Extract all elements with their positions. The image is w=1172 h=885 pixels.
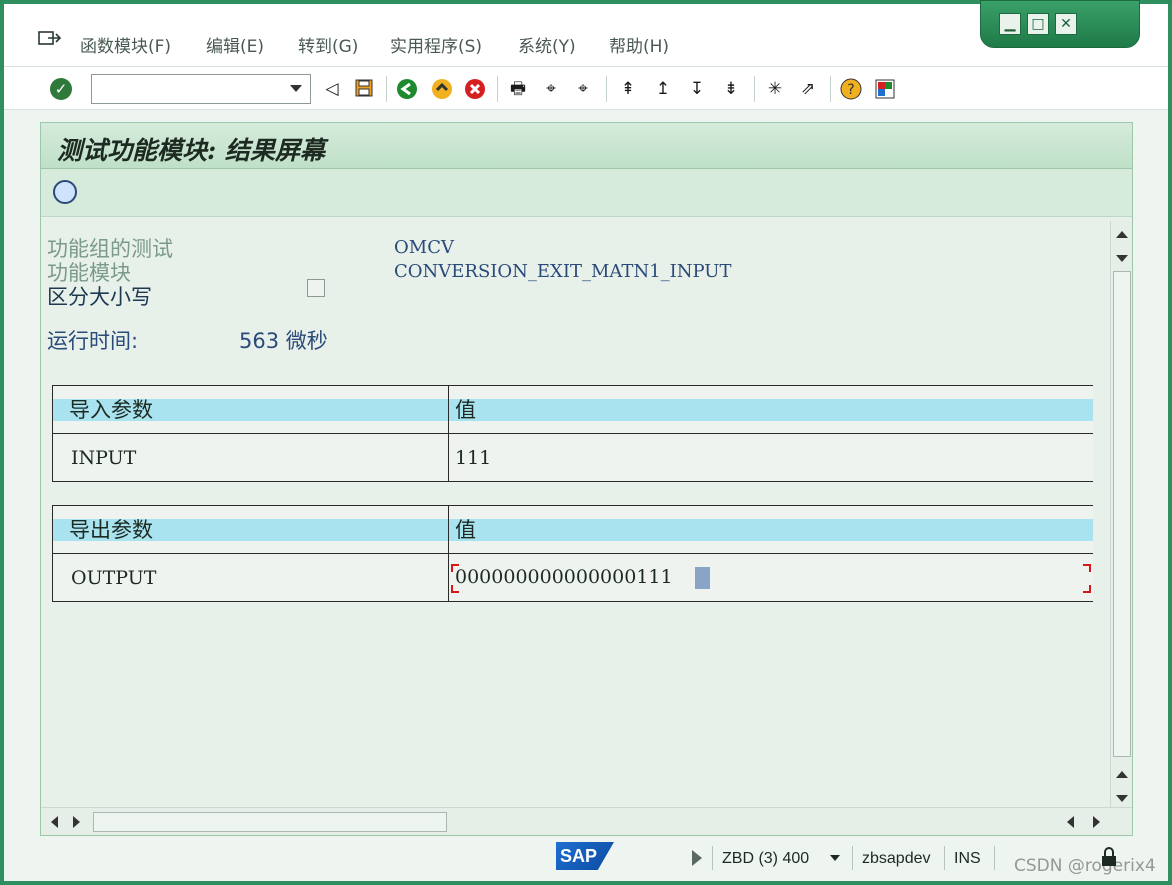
previous-page-icon[interactable]: ↥ <box>652 78 674 100</box>
table-header-row: 导出参数 值 <box>52 505 1093 554</box>
table-row: INPUT 111 <box>52 433 1093 482</box>
window-controls: ▁ □ ✕ <box>980 0 1140 48</box>
import-param-name: INPUT <box>52 433 449 482</box>
menu-edit[interactable]: 编辑(E) <box>206 32 264 57</box>
find-next-icon[interactable]: ⌖ <box>572 78 594 100</box>
export-parameters-table: 导出参数 值 OUTPUT 000000000000000111 <box>52 505 1093 602</box>
scroll-right-icon[interactable] <box>73 816 80 828</box>
import-param-value[interactable]: 111 <box>448 433 1093 482</box>
case-sensitive-label: 区分大小写 <box>47 285 152 309</box>
scroll-left-icon[interactable] <box>51 816 58 828</box>
runtime-label: 运行时间: <box>47 329 139 353</box>
menu-function-module[interactable]: 函数模块(F) <box>80 32 171 57</box>
generate-shortcut-icon[interactable]: ⇗ <box>797 78 819 100</box>
exit-icon[interactable] <box>431 78 453 100</box>
print-icon[interactable]: 🖶 <box>507 78 529 100</box>
sap-logo-icon: SAP <box>556 842 614 870</box>
back-icon[interactable] <box>396 78 418 100</box>
export-value-header: 值 <box>448 505 1093 554</box>
case-sensitive-checkbox[interactable] <box>307 279 325 297</box>
toolbar-separator <box>497 76 498 102</box>
minimize-icon[interactable]: ▁ <box>999 13 1021 35</box>
enter-check-icon[interactable]: ✓ <box>50 78 72 100</box>
focus-corner <box>451 564 459 572</box>
menu-utilities[interactable]: 实用程序(S) <box>390 32 482 57</box>
page-right-icon[interactable] <box>1093 816 1100 828</box>
result-screen-panel: 测试功能模块: 结果屏幕 功能组的测试 OMCV 功能模块 CONVERSION… <box>40 122 1133 836</box>
focus-corner <box>451 585 459 593</box>
export-param-name: OUTPUT <box>52 553 449 602</box>
toolbar-separator <box>830 76 831 102</box>
toolbar-separator <box>606 76 607 102</box>
toolbar-separator <box>386 76 387 102</box>
standard-toolbar: ✓ ◁ 🖶 ⌖ ⌖ ⇞ ↥ ↧ ⇟ ✳ ⇗ ? <box>4 66 1168 110</box>
status-bar: SAP ZBD (3) 400 zbsapdev INS CSDN @roger… <box>4 836 1168 881</box>
first-page-icon[interactable]: ⇞ <box>617 78 639 100</box>
command-field[interactable] <box>91 74 311 104</box>
horizontal-scrollbar[interactable] <box>41 807 1132 835</box>
sap-window: 函数模块(F) 编辑(E) 转到(G) 实用程序(S) 系统(Y) 帮助(H) … <box>4 0 1168 881</box>
menu-bar: 函数模块(F) 编辑(E) 转到(G) 实用程序(S) 系统(Y) 帮助(H) … <box>4 0 1168 66</box>
function-module-value: CONVERSION_EXIT_MATN1_INPUT <box>394 261 732 282</box>
page-down-icon[interactable] <box>1116 795 1128 802</box>
menu-help[interactable]: 帮助(H) <box>609 32 669 57</box>
vertical-scroll-thumb[interactable] <box>1113 271 1131 757</box>
system-info: ZBD (3) 400 <box>722 850 810 867</box>
debugging-icon[interactable] <box>53 180 77 204</box>
create-session-icon[interactable]: ✳ <box>764 78 786 100</box>
menu-system[interactable]: 系统(Y) <box>518 32 576 57</box>
function-group-value: OMCV <box>394 237 454 258</box>
status-separator <box>852 846 853 870</box>
status-separator <box>712 846 713 870</box>
window-frame: 函数模块(F) 编辑(E) 转到(G) 实用程序(S) 系统(Y) 帮助(H) … <box>0 0 1172 885</box>
help-icon[interactable]: ? <box>840 78 862 100</box>
page-left-icon[interactable] <box>1067 816 1074 828</box>
insert-mode[interactable]: INS <box>954 850 981 868</box>
scroll-up-icon[interactable] <box>1116 231 1128 238</box>
next-page-icon[interactable]: ↧ <box>686 78 708 100</box>
text-cursor <box>694 567 710 589</box>
status-separator <box>994 846 995 870</box>
command-history-dropdown-icon[interactable] <box>290 85 302 92</box>
table-header-row: 导入参数 值 <box>52 385 1093 434</box>
application-toolbar <box>41 169 1132 217</box>
table-row: OUTPUT 000000000000000111 <box>52 553 1093 602</box>
svg-text:?: ? <box>847 82 854 98</box>
import-value-header: 值 <box>448 385 1093 434</box>
focus-corner <box>1082 585 1091 593</box>
runtime-value: 563 微秒 <box>239 329 328 353</box>
cancel-icon[interactable] <box>464 78 486 100</box>
export-param-value: 000000000000000111 <box>455 566 673 588</box>
export-param-header: 导出参数 <box>52 505 449 554</box>
lock-icon <box>1102 847 1116 866</box>
menu-goto[interactable]: 转到(G) <box>298 32 358 57</box>
layout-menu-icon[interactable] <box>874 78 896 100</box>
save-icon[interactable] <box>353 78 375 100</box>
server-name: zbsapdev <box>862 850 931 867</box>
close-icon[interactable]: ✕ <box>1055 13 1077 35</box>
export-value-cell[interactable]: 000000000000000111 <box>448 553 1093 602</box>
page-up-icon[interactable] <box>1116 771 1128 778</box>
status-toggle-icon[interactable] <box>692 850 702 866</box>
system-info-dropdown-icon[interactable] <box>830 855 840 861</box>
scroll-down-icon[interactable] <box>1116 255 1128 262</box>
last-page-icon[interactable]: ⇟ <box>720 78 742 100</box>
horizontal-scroll-thumb[interactable] <box>93 812 447 832</box>
vertical-scrollbar[interactable] <box>1110 221 1132 807</box>
title-bar: 测试功能模块: 结果屏幕 <box>41 123 1132 169</box>
find-icon[interactable]: ⌖ <box>540 78 562 100</box>
page-title: 测试功能模块: 结果屏幕 <box>57 136 325 165</box>
import-param-header: 导入参数 <box>52 385 449 434</box>
menu-exit-icon[interactable] <box>38 30 62 48</box>
maximize-icon[interactable]: □ <box>1027 13 1049 35</box>
watermark-text: CSDN @rogerix4 <box>1014 856 1156 876</box>
status-separator <box>944 846 945 870</box>
toolbar-separator <box>754 76 755 102</box>
import-parameters-table: 导入参数 值 INPUT 111 <box>52 385 1093 482</box>
collapse-toolbar-icon[interactable]: ◁ <box>321 78 343 100</box>
focus-corner <box>1082 564 1091 572</box>
